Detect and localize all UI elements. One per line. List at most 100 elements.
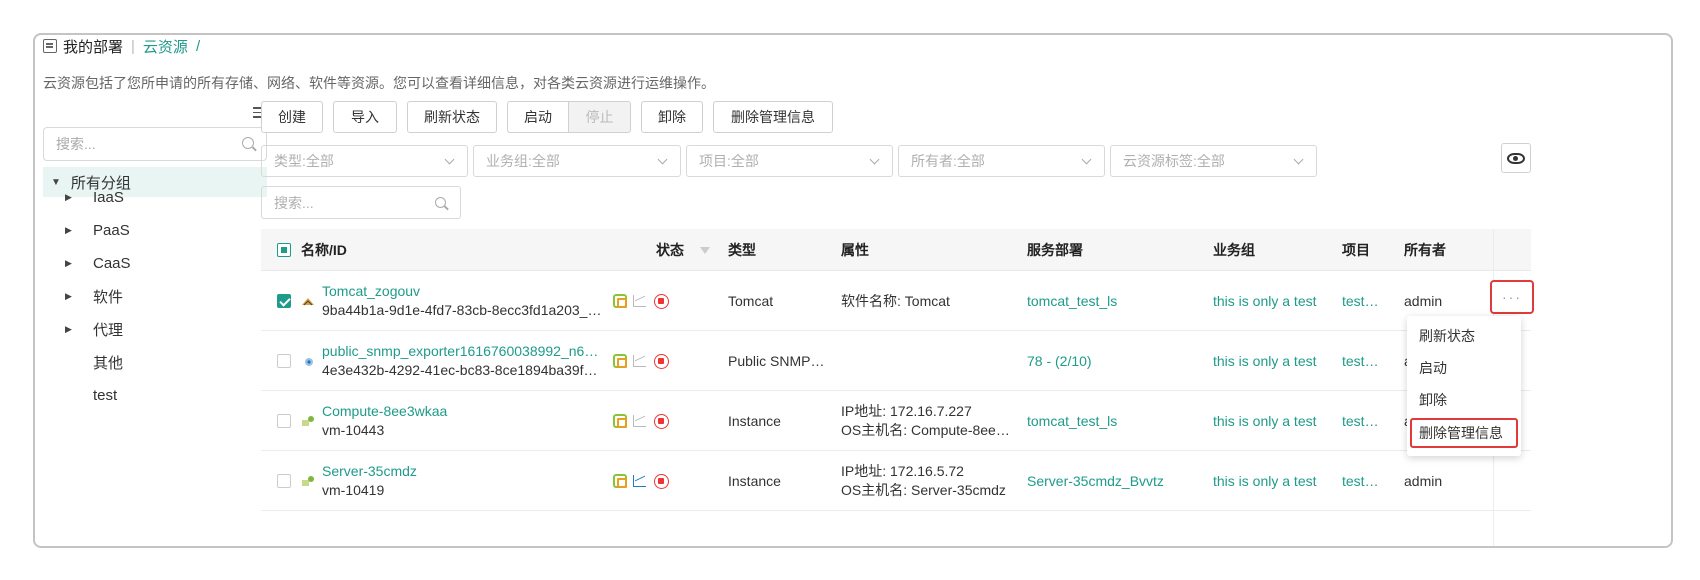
import-button[interactable]: 导入 [333, 101, 397, 133]
deployment-link[interactable]: 78 - (2/10) [1027, 331, 1092, 391]
header-status[interactable]: 状态 [656, 229, 710, 271]
monitor-chart-icon[interactable] [633, 295, 646, 307]
stop-button[interactable]: 停止 [569, 101, 631, 133]
deployment-link[interactable]: tomcat_test_ls [1027, 391, 1117, 451]
tree-item-proxy[interactable]: ▶ 代理 [65, 316, 123, 342]
header-owner[interactable]: 所有者 [1404, 229, 1446, 271]
header-type[interactable]: 类型 [728, 229, 756, 271]
console-icon[interactable] [613, 354, 627, 368]
chevron-down-icon [869, 154, 880, 165]
attribute-line: 软件名称: Tomcat [841, 292, 950, 309]
resource-table: 名称/ID 状态 类型 属性 服务部署 业务组 项目 所有者 Tomcat_zo… [261, 229, 1531, 511]
unload-button[interactable]: 卸除 [641, 101, 703, 133]
breadcrumb-current[interactable]: 云资源 [143, 36, 188, 57]
breadcrumb-divider: | [131, 37, 135, 55]
business-group-filter-select[interactable]: 业务组:全部 [473, 145, 681, 177]
breadcrumb-slash: / [195, 37, 201, 55]
tree-item-caas[interactable]: ▶ CaaS [65, 250, 131, 276]
attribute-line: OS主机名: Server-35cmdz [841, 482, 1006, 498]
resource-type: Tomcat [728, 293, 774, 309]
row-more-actions-button[interactable]: ··· [1490, 280, 1534, 314]
select-all-checkbox[interactable] [277, 243, 291, 257]
project-link[interactable]: test… [1342, 271, 1379, 331]
refresh-status-button[interactable]: 刷新状态 [407, 101, 497, 133]
filter-icon[interactable] [700, 246, 710, 254]
row-checkbox[interactable] [277, 294, 291, 308]
console-icon[interactable] [613, 474, 627, 488]
header-project[interactable]: 项目 [1342, 229, 1370, 271]
caret-right-icon[interactable]: ▶ [65, 324, 77, 335]
project-link[interactable]: test… [1342, 451, 1379, 511]
deployment-link[interactable]: Server-35cmdz_Bvvtz [1027, 451, 1164, 511]
column-visibility-button[interactable] [1501, 143, 1531, 173]
caret-right-icon[interactable]: ▶ [65, 192, 77, 203]
tree-item-iaas[interactable]: ▶ IaaS [65, 184, 124, 210]
business-group-link[interactable]: this is only a test [1213, 331, 1317, 391]
row-checkbox[interactable] [277, 474, 291, 488]
header-business-group[interactable]: 业务组 [1213, 229, 1255, 271]
tree-item-paas[interactable]: ▶ PaaS [65, 217, 130, 243]
project-link[interactable]: test… [1342, 391, 1379, 451]
menu-item-unload[interactable]: 卸除 [1419, 388, 1447, 412]
type-filter-select[interactable]: 类型:全部 [261, 145, 468, 177]
stopped-status-icon [654, 353, 669, 369]
tree-item-other[interactable]: 其他 [93, 349, 123, 375]
menu-item-delete-management-info[interactable]: 删除管理信息 [1410, 418, 1518, 448]
header-status-label: 状态 [656, 242, 684, 258]
delete-management-info-button[interactable]: 删除管理信息 [713, 101, 833, 133]
header-name[interactable]: 名称/ID [301, 229, 347, 271]
resource-name-link[interactable]: Tomcat_zogouv [322, 282, 420, 301]
console-icon[interactable] [613, 414, 627, 428]
project-link[interactable]: test… [1342, 331, 1379, 391]
deployment-link[interactable]: tomcat_test_ls [1027, 271, 1117, 331]
table-row[interactable]: Tomcat_zogouv 9ba44b1a-9d1e-4fd7-83cb-8e… [261, 271, 1531, 331]
caret-down-icon[interactable]: ▼ [51, 177, 61, 188]
monitor-chart-icon[interactable] [633, 475, 646, 487]
resource-search-input[interactable]: 搜索... [261, 186, 461, 219]
owner-filter-select[interactable]: 所有者:全部 [898, 145, 1105, 177]
table-header: 名称/ID 状态 类型 属性 服务部署 业务组 项目 所有者 [261, 229, 1531, 271]
row-checkbox[interactable] [277, 354, 291, 368]
project-filter-select[interactable]: 项目:全部 [686, 145, 893, 177]
filter-value: 所有者:全部 [911, 153, 985, 169]
menu-item-start[interactable]: 启动 [1419, 356, 1447, 380]
resource-name-link[interactable]: public_snmp_exporter1616760038992_n6… [322, 342, 598, 361]
header-attributes[interactable]: 属性 [841, 229, 869, 271]
search-icon[interactable] [435, 197, 446, 208]
chevron-down-icon [657, 154, 668, 165]
resource-name-link[interactable]: Server-35cmdz [322, 462, 417, 481]
business-group-link[interactable]: this is only a test [1213, 271, 1317, 331]
tree-search-input[interactable]: 搜索... [43, 127, 267, 161]
monitor-chart-icon[interactable] [633, 355, 646, 367]
tree-item-label: 软件 [93, 288, 124, 306]
caret-right-icon[interactable]: ▶ [65, 225, 77, 236]
toolbar: 创建 导入 刷新状态 启动 停止 卸除 删除管理信息 [261, 101, 843, 133]
table-row[interactable]: Server-35cmdz vm-10419 Instance IP地址: 17… [261, 451, 1531, 511]
chevron-down-icon [1293, 154, 1304, 165]
table-row[interactable]: public_snmp_exporter1616760038992_n6… 4e… [261, 331, 1531, 391]
attribute-line: IP地址: 172.16.5.72 [841, 463, 964, 479]
search-icon[interactable] [242, 137, 254, 149]
menu-item-refresh-status[interactable]: 刷新状态 [1419, 324, 1475, 348]
business-group-link[interactable]: this is only a test [1213, 391, 1317, 451]
filter-bar: 类型:全部 业务组:全部 项目:全部 所有者:全部 云资源标签:全部 [261, 145, 1322, 177]
tree-item-test[interactable]: test [93, 382, 117, 408]
table-row[interactable]: Compute-8ee3wkaa vm-10443 Instance IP地址:… [261, 391, 1531, 451]
attribute-line: OS主机名: Compute-8ee… [841, 422, 1010, 438]
start-button[interactable]: 启动 [507, 101, 569, 133]
tag-filter-select[interactable]: 云资源标签:全部 [1110, 145, 1317, 177]
caret-right-icon[interactable]: ▶ [65, 291, 77, 302]
row-checkbox[interactable] [277, 414, 291, 428]
resource-name-link[interactable]: Compute-8ee3wkaa [322, 402, 447, 421]
tree-item-label: IaaS [93, 188, 124, 206]
business-group-link[interactable]: this is only a test [1213, 451, 1317, 511]
create-button[interactable]: 创建 [261, 101, 323, 133]
console-icon[interactable] [613, 294, 627, 308]
breadcrumb: 我的部署 | 云资源 / [43, 35, 200, 57]
monitor-chart-icon[interactable] [633, 415, 646, 427]
caret-right-icon[interactable]: ▶ [65, 258, 77, 269]
breadcrumb-root[interactable]: 我的部署 [63, 36, 123, 57]
header-deployment[interactable]: 服务部署 [1027, 229, 1083, 271]
tree-item-software[interactable]: ▶ 软件 [65, 283, 123, 309]
cloud-resources-panel: 我的部署 | 云资源 / 云资源包括了您所申请的所有存储、网络、软件等资源。您可… [33, 33, 1673, 548]
